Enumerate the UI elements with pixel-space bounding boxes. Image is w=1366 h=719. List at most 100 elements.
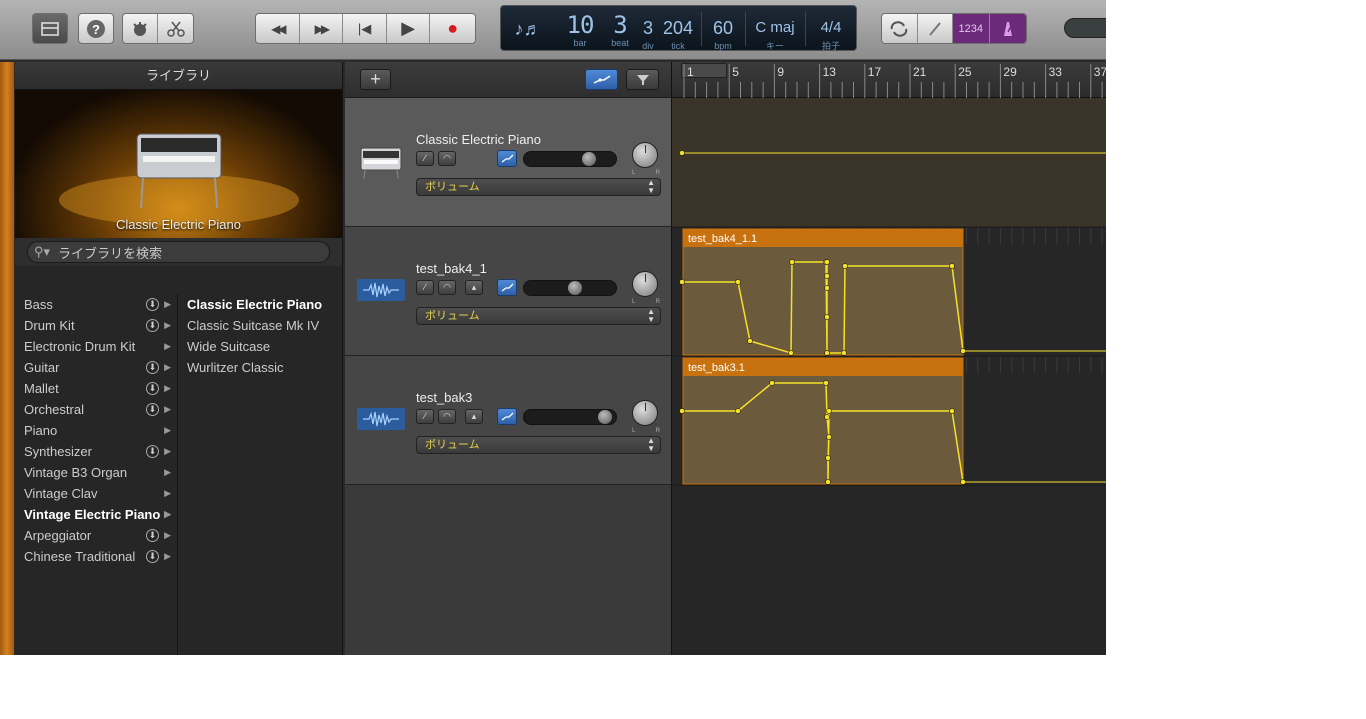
automation-point[interactable]: [824, 259, 830, 265]
automation-point[interactable]: [824, 285, 830, 291]
category-item[interactable]: Chinese Traditional ⬇ ▶: [15, 546, 177, 567]
editor-button-group: [122, 13, 194, 44]
automation-point[interactable]: [824, 314, 830, 320]
automation-point[interactable]: [824, 414, 830, 420]
automation-point[interactable]: [735, 279, 741, 285]
editors-button[interactable]: [158, 14, 193, 43]
automation-point[interactable]: [789, 259, 795, 265]
beat-label: beat: [611, 38, 629, 48]
automation-point[interactable]: [824, 350, 830, 356]
solo-button[interactable]: ◠: [438, 280, 456, 295]
automation-point[interactable]: [823, 380, 829, 386]
automation-point[interactable]: [842, 263, 848, 269]
play-button[interactable]: ▶: [387, 14, 431, 43]
automation-point[interactable]: [788, 350, 794, 356]
add-track-button[interactable]: +: [360, 69, 391, 90]
category-item[interactable]: Vintage Electric Piano ▶: [15, 504, 177, 525]
automation-point[interactable]: [824, 273, 830, 279]
mute-button[interactable]: ⁄: [416, 280, 434, 295]
smart-controls-button[interactable]: [123, 14, 159, 43]
download-icon[interactable]: ⬇: [146, 550, 159, 563]
category-item[interactable]: Drum Kit ⬇ ▶: [15, 315, 177, 336]
pan-knob[interactable]: [632, 142, 658, 168]
count-in-button[interactable]: 1234: [953, 14, 990, 43]
category-item[interactable]: Bass ⬇ ▶: [15, 294, 177, 315]
automation-point[interactable]: [769, 380, 775, 386]
automation-parameter-select[interactable]: ボリューム ▲ ▼: [416, 436, 661, 454]
metronome-button[interactable]: [989, 14, 1026, 43]
category-item[interactable]: Piano ▶: [15, 420, 177, 441]
category-item[interactable]: Electronic Drum Kit ▶: [15, 336, 177, 357]
automation-point[interactable]: [826, 434, 832, 440]
preset-item[interactable]: Classic Suitcase Mk IV: [179, 315, 343, 336]
volume-slider[interactable]: [523, 280, 617, 296]
input-monitor-button[interactable]: ▴: [465, 409, 483, 424]
tuner-button[interactable]: [918, 14, 954, 43]
download-icon[interactable]: ⬇: [146, 298, 159, 311]
volume-knob[interactable]: [582, 152, 596, 166]
category-item[interactable]: Guitar ⬇ ▶: [15, 357, 177, 378]
volume-knob[interactable]: [598, 410, 612, 424]
mute-button[interactable]: ⁄: [416, 151, 434, 166]
automation-point[interactable]: [679, 150, 685, 156]
solo-button[interactable]: ◠: [438, 409, 456, 424]
note-metronome-icon: ♪♬: [514, 19, 542, 39]
track-header[interactable]: Classic Electric Piano ⁄ ◠ L R ボリューム ▲ ▼: [345, 98, 671, 227]
track-header[interactable]: test_bak4_1 ⁄ ◠ ▴ L R ボリューム ▲ ▼: [345, 227, 671, 356]
volume-knob[interactable]: [568, 281, 582, 295]
preset-item[interactable]: Wide Suitcase: [179, 336, 343, 357]
record-button[interactable]: ●: [430, 14, 475, 43]
automation-point[interactable]: [825, 455, 831, 461]
track-automation-button[interactable]: [497, 408, 517, 425]
library-button[interactable]: [32, 13, 68, 44]
category-item[interactable]: Mallet ⬇ ▶: [15, 378, 177, 399]
download-icon[interactable]: ⬇: [146, 361, 159, 374]
automation-point[interactable]: [949, 408, 955, 414]
cycle-button[interactable]: [882, 14, 918, 43]
download-icon[interactable]: ⬇: [146, 382, 159, 395]
fast-forward-button[interactable]: ▶▶: [300, 14, 344, 43]
input-monitor-button[interactable]: ▴: [465, 280, 483, 295]
automation-point[interactable]: [679, 408, 685, 414]
download-icon[interactable]: ⬇: [146, 319, 159, 332]
category-item[interactable]: Vintage B3 Organ ▶: [15, 462, 177, 483]
mute-button[interactable]: ⁄: [416, 409, 434, 424]
category-item[interactable]: Orchestral ⬇ ▶: [15, 399, 177, 420]
automation-point[interactable]: [949, 263, 955, 269]
category-item[interactable]: Arpeggiator ⬇ ▶: [15, 525, 177, 546]
automation-point[interactable]: [679, 279, 685, 285]
audio-region[interactable]: test_bak4_1.1: [679, 228, 966, 356]
go-to-start-button[interactable]: |◀: [343, 14, 387, 43]
download-icon[interactable]: ⬇: [146, 445, 159, 458]
lcd-display[interactable]: ♪♬ 10 bar 3 beat 3 div 204 tick 60 bpm C maj キ…: [500, 5, 857, 51]
rewind-button[interactable]: ◀◀: [256, 14, 300, 43]
audio-region[interactable]: test_bak3.1: [679, 357, 966, 485]
automation-parameter-select[interactable]: ボリューム ▲ ▼: [416, 307, 661, 325]
volume-slider[interactable]: [523, 151, 617, 167]
show-automation-button[interactable]: [585, 69, 618, 90]
automation-point[interactable]: [825, 479, 831, 485]
track-automation-button[interactable]: [497, 279, 517, 296]
volume-slider[interactable]: [523, 409, 617, 425]
automation-point[interactable]: [735, 408, 741, 414]
preset-item[interactable]: Classic Electric Piano: [179, 294, 343, 315]
track-header[interactable]: test_bak3 ⁄ ◠ ▴ L R ボリューム ▲ ▼: [345, 356, 671, 485]
help-button[interactable]: ?: [78, 13, 114, 44]
automation-point[interactable]: [747, 338, 753, 344]
preset-item[interactable]: Wurlitzer Classic: [179, 357, 343, 378]
library-search-input[interactable]: ⚲▾ ライブラリを検索: [27, 241, 330, 263]
category-item[interactable]: Synthesizer ⬇ ▶: [15, 441, 177, 462]
filter-button[interactable]: [626, 69, 659, 90]
automation-point[interactable]: [841, 350, 847, 356]
pan-knob[interactable]: [632, 400, 658, 426]
download-icon[interactable]: ⬇: [146, 529, 159, 542]
pan-knob[interactable]: [632, 271, 658, 297]
download-icon[interactable]: ⬇: [146, 403, 159, 416]
track-automation-button[interactable]: [497, 150, 517, 167]
timeline-ruler[interactable]: 1 5 9 13 17 21 25 29 33 37: [672, 62, 1106, 98]
automation-parameter-select[interactable]: ボリューム ▲ ▼: [416, 178, 661, 196]
automation-point[interactable]: [826, 408, 832, 414]
master-volume-slider[interactable]: [1064, 18, 1106, 38]
solo-button[interactable]: ◠: [438, 151, 456, 166]
category-item[interactable]: Vintage Clav ▶: [15, 483, 177, 504]
